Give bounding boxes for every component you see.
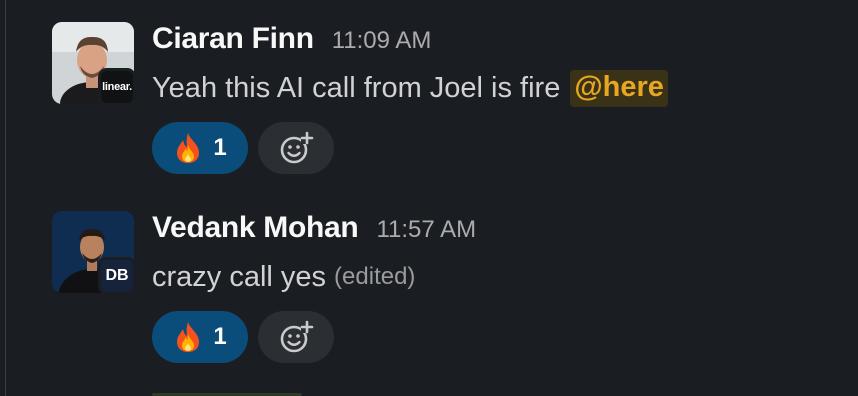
message-body: crazy call yes (edited) <box>152 257 476 297</box>
message-body: Yeah this AI call from Joel is fire @her… <box>152 68 668 108</box>
add-reaction-smiley-icon <box>280 320 314 353</box>
avatar-group[interactable]: DB <box>52 211 136 295</box>
org-badge-db: DB <box>98 257 136 295</box>
message-text: Yeah this AI call from Joel is fire <box>152 71 561 104</box>
reaction-count: 1 <box>213 323 227 350</box>
reactions-bar: 1 <box>152 311 476 363</box>
message-content: Vedank Mohan 11:57 AM crazy call yes (ed… <box>152 211 476 363</box>
fire-emoji-icon <box>177 133 200 163</box>
sender-name[interactable]: Ciaran Finn <box>152 22 314 56</box>
add-reaction-smiley-icon <box>280 131 314 164</box>
reaction-fire-button[interactable]: 1 <box>152 122 248 174</box>
message-header: Vedank Mohan 11:57 AM <box>152 211 476 249</box>
org-badge-linear: linear. <box>98 68 136 106</box>
reaction-fire-button[interactable]: 1 <box>152 311 248 363</box>
reaction-count: 1 <box>213 134 227 161</box>
message-timestamp[interactable]: 11:09 AM <box>332 27 432 55</box>
mention-here[interactable]: @here <box>570 69 668 107</box>
reactions-bar: 1 <box>152 122 668 174</box>
edited-label: (edited) <box>334 263 416 290</box>
message-header: Ciaran Finn 11:09 AM <box>152 22 668 60</box>
add-reaction-button[interactable] <box>258 311 334 363</box>
fire-emoji-icon <box>177 322 200 352</box>
message-timestamp[interactable]: 11:57 AM <box>376 216 476 244</box>
message-content: Ciaran Finn 11:09 AM Yeah this AI call f… <box>152 22 668 174</box>
add-reaction-button[interactable] <box>258 122 334 174</box>
thread-divider-line <box>5 0 6 396</box>
message-text: crazy call yes <box>152 260 327 293</box>
avatar-group[interactable]: linear. <box>52 22 136 106</box>
sender-name[interactable]: Vedank Mohan <box>152 211 359 245</box>
